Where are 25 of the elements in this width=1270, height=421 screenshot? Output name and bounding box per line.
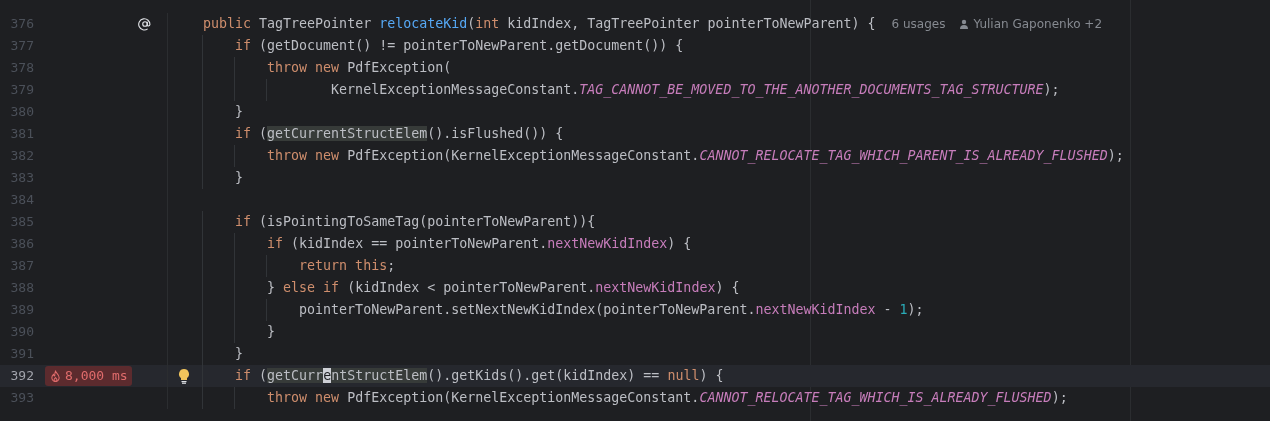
code-line: throw new PdfException(KernelExceptionMessageConstant.CANNOT_RELOCATE_TAG_WHICH_PARENT_IS_ALREADY_FLUSHED); bbox=[266, 147, 1124, 166]
code-line: } else if (kidIndex < pointerToNewParent.nextNewKidIndex) { bbox=[266, 279, 740, 298]
code-line: if (isPointingToSameTag(pointerToNewParent)){ bbox=[234, 213, 596, 232]
lightbulb-icon[interactable] bbox=[177, 368, 191, 384]
code-line: } bbox=[234, 169, 244, 188]
code-line: } bbox=[266, 323, 276, 342]
code-line: throw new PdfException( bbox=[266, 59, 452, 78]
at-sign-icon[interactable] bbox=[138, 17, 152, 31]
person-icon bbox=[959, 19, 970, 29]
usages-hint[interactable]: 6 usages bbox=[891, 15, 946, 33]
execution-time-badge[interactable]: 8,000 ms bbox=[45, 366, 132, 386]
code-line: if (kidIndex == pointerToNewParent.nextNewKidIndex) { bbox=[266, 235, 692, 254]
code-line: public TagTreePointer relocateKid(int kidIndex, TagTreePointer pointerToNewParent) { bbox=[202, 15, 876, 34]
code-line: if (getCurrentStructElem().isFlushed()) { bbox=[234, 125, 564, 144]
code-line: throw new PdfException(KernelExceptionMessageConstant.CANNOT_RELOCATE_TAG_WHICH_IS_ALREADY_FLUSHED); bbox=[266, 389, 1068, 408]
code-line: return this; bbox=[298, 257, 396, 276]
code-line: pointerToNewParent.setNextNewKidIndex(pointerToNewParent.nextNewKidIndex - 1); bbox=[298, 301, 924, 320]
line-number: 392 bbox=[9, 367, 34, 386]
code-line: if (getCurrentStructElem().getKids().get(kidIndex) == null) { bbox=[234, 367, 724, 386]
flame-icon bbox=[49, 369, 62, 383]
code-line: } bbox=[234, 103, 244, 122]
author-hint[interactable]: Yulian Gaponenko +2 bbox=[959, 15, 1103, 33]
code-line: if (getDocument() != pointerToNewParent.getDocument()) { bbox=[234, 37, 684, 56]
code-line: KernelExceptionMessageConstant.TAG_CANNOT_BE_MOVED_TO_THE_ANOTHER_DOCUMENTS_TAG_STRUCTURE); bbox=[330, 81, 1060, 100]
code-line: } bbox=[234, 345, 244, 364]
